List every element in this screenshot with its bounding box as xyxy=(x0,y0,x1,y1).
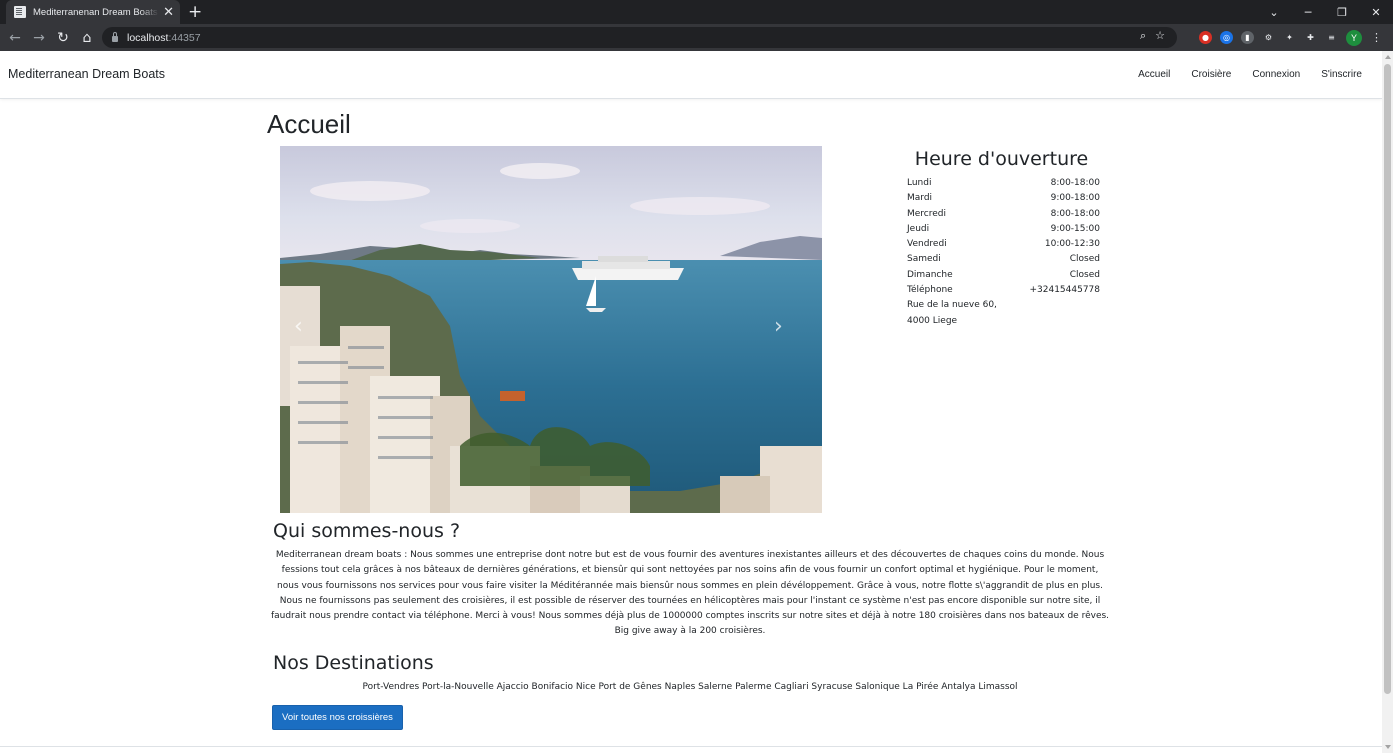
address-bar[interactable]: localhost:44357 ⌕ ☆ xyxy=(102,27,1177,48)
page-title: Accueil xyxy=(267,109,351,139)
nav-sinscrire[interactable]: S'inscrire xyxy=(1321,69,1362,80)
footer-divider xyxy=(0,746,1382,747)
scrollbar-thumb[interactable] xyxy=(1384,64,1391,694)
opening-hours-panel: Heure d'ouverture Lundi 8:00-18:00 Mardi 9… xyxy=(907,146,1100,329)
hours-row: Dimanche Closed xyxy=(907,268,1100,283)
hours-day: Mercredi xyxy=(907,208,947,219)
nav-connexion[interactable]: Connexion xyxy=(1252,69,1300,80)
hours-time: 8:00-18:00 xyxy=(1050,208,1100,219)
profile-avatar[interactable]: Y xyxy=(1346,29,1362,46)
new-tab-icon[interactable]: + xyxy=(188,2,202,22)
hours-day: Lundi xyxy=(907,178,932,188)
hours-time: 10:00-12:30 xyxy=(1044,239,1100,250)
browser-toolbar: ← → ↻ ⌂ localhost:44357 ⌕ ☆ ● ◎ ▮ ⚙ ✦ ✚ … xyxy=(0,24,1393,51)
view-all-cruises-button[interactable]: Voir toutes nos croissières xyxy=(272,705,403,730)
home-icon[interactable]: ⌂ xyxy=(75,26,99,50)
hours-row: Mardi 9:00-18:00 xyxy=(907,191,1100,206)
extension-pin-icon[interactable]: ✦ xyxy=(1283,31,1296,44)
page-scrollbar[interactable] xyxy=(1382,51,1393,753)
hours-row: Jeudi 9:00-15:00 xyxy=(907,222,1100,237)
tab-title: Mediterranenan Dream Boats - A xyxy=(33,6,160,18)
browser-menu-icon[interactable]: ⋮ xyxy=(1370,31,1383,44)
hours-day: Dimanche xyxy=(907,269,953,280)
browser-tab-bar: Mediterranenan Dream Boats - A ✕ + ⌄ ─ ❐… xyxy=(0,0,1393,24)
bookmark-star-icon[interactable]: ☆ xyxy=(1155,29,1165,43)
about-title: Qui sommes-nous ? xyxy=(273,520,461,542)
carousel-next-icon[interactable]: › xyxy=(774,314,783,339)
browser-tab[interactable]: Mediterranenan Dream Boats - A ✕ xyxy=(6,0,180,24)
extension-blue-icon[interactable]: ◎ xyxy=(1220,31,1233,44)
phone-number: +32415445778 xyxy=(1029,285,1100,296)
giveaway-text: Big give away à la 200 croisières. xyxy=(614,626,766,637)
reading-list-icon[interactable]: ≡ xyxy=(1325,31,1338,44)
about-section: Mediterranean dream boats : Nous sommes … xyxy=(270,548,1110,640)
extensions-puzzle-icon[interactable]: ✚ xyxy=(1304,31,1317,44)
phone-label: Téléphone xyxy=(907,285,953,296)
destinations-list: Port-Vendres Port-la-Nouvelle Ajaccio Bo… xyxy=(362,682,1018,692)
nav-accueil[interactable]: Accueil xyxy=(1138,69,1170,80)
hours-row: Vendredi 10:00-12:30 xyxy=(907,237,1100,252)
extension-gear-icon[interactable]: ⚙ xyxy=(1262,31,1275,44)
hours-time: Closed xyxy=(1069,254,1100,265)
tab-close-icon[interactable]: ✕ xyxy=(163,6,174,19)
hours-day: Vendredi xyxy=(907,239,947,250)
zoom-icon[interactable]: ⌕ xyxy=(1140,29,1146,43)
url-port: :44357 xyxy=(168,31,201,44)
site-navbar: Mediterranean Dream Boats Accueil Croisi… xyxy=(0,51,1382,99)
opening-hours-title: Heure d'ouverture xyxy=(914,148,1089,170)
url-host: localhost xyxy=(127,31,169,44)
image-carousel[interactable]: ‹ › xyxy=(280,146,822,513)
scroll-down-icon[interactable] xyxy=(1385,745,1391,749)
restore-icon[interactable]: ❐ xyxy=(1325,0,1359,24)
nav-links: Accueil Croisière Connexion S'inscrire xyxy=(1138,69,1362,80)
extension-red-icon[interactable]: ● xyxy=(1199,31,1212,44)
tab-search-icon[interactable]: ⌄ xyxy=(1257,0,1291,24)
address-line-2: 4000 Liege xyxy=(907,315,958,326)
hours-row: Samedi Closed xyxy=(907,252,1100,267)
destinations-title: Nos Destinations xyxy=(273,652,434,674)
hours-time: 9:00-18:00 xyxy=(1050,193,1100,204)
nav-croisiere[interactable]: Croisière xyxy=(1191,69,1231,80)
extension-grey-icon[interactable]: ▮ xyxy=(1241,31,1254,44)
lock-icon[interactable] xyxy=(112,31,118,42)
address-line-1: Rue de la nueve 60, xyxy=(907,300,997,311)
brand-link[interactable]: Mediterranean Dream Boats xyxy=(8,67,165,81)
hours-row: Mercredi 8:00-18:00 xyxy=(907,207,1100,222)
scroll-up-icon[interactable] xyxy=(1385,55,1391,59)
extensions-area: ● ◎ ▮ ⚙ ✦ ✚ ≡ Y ⋮ xyxy=(1199,27,1383,48)
page-viewport: Mediterranean Dream Boats Accueil Croisi… xyxy=(0,51,1382,753)
page-favicon-icon xyxy=(14,6,26,18)
hours-time: 9:00-15:00 xyxy=(1050,223,1100,234)
hours-time: Closed xyxy=(1069,269,1100,280)
hours-row: Lundi 8:00-18:00 xyxy=(907,176,1100,191)
forward-icon[interactable]: → xyxy=(27,26,51,50)
reload-icon[interactable]: ↻ xyxy=(51,26,75,50)
hours-day: Jeudi xyxy=(907,223,930,234)
hours-day: Samedi xyxy=(907,254,941,265)
hours-day: Mardi xyxy=(907,193,933,204)
close-window-icon[interactable]: ✕ xyxy=(1359,0,1393,24)
window-controls: ⌄ ─ ❐ ✕ xyxy=(1257,0,1393,24)
hours-time: 8:00-18:00 xyxy=(1050,178,1100,188)
minimize-icon[interactable]: ─ xyxy=(1291,0,1325,24)
carousel-image xyxy=(280,146,822,513)
back-icon[interactable]: ← xyxy=(3,26,27,50)
about-paragraph: Mediterranean dream boats : Nous sommes … xyxy=(270,550,1110,622)
carousel-prev-icon[interactable]: ‹ xyxy=(294,314,303,339)
phone-row: Téléphone +32415445778 xyxy=(907,283,1100,298)
